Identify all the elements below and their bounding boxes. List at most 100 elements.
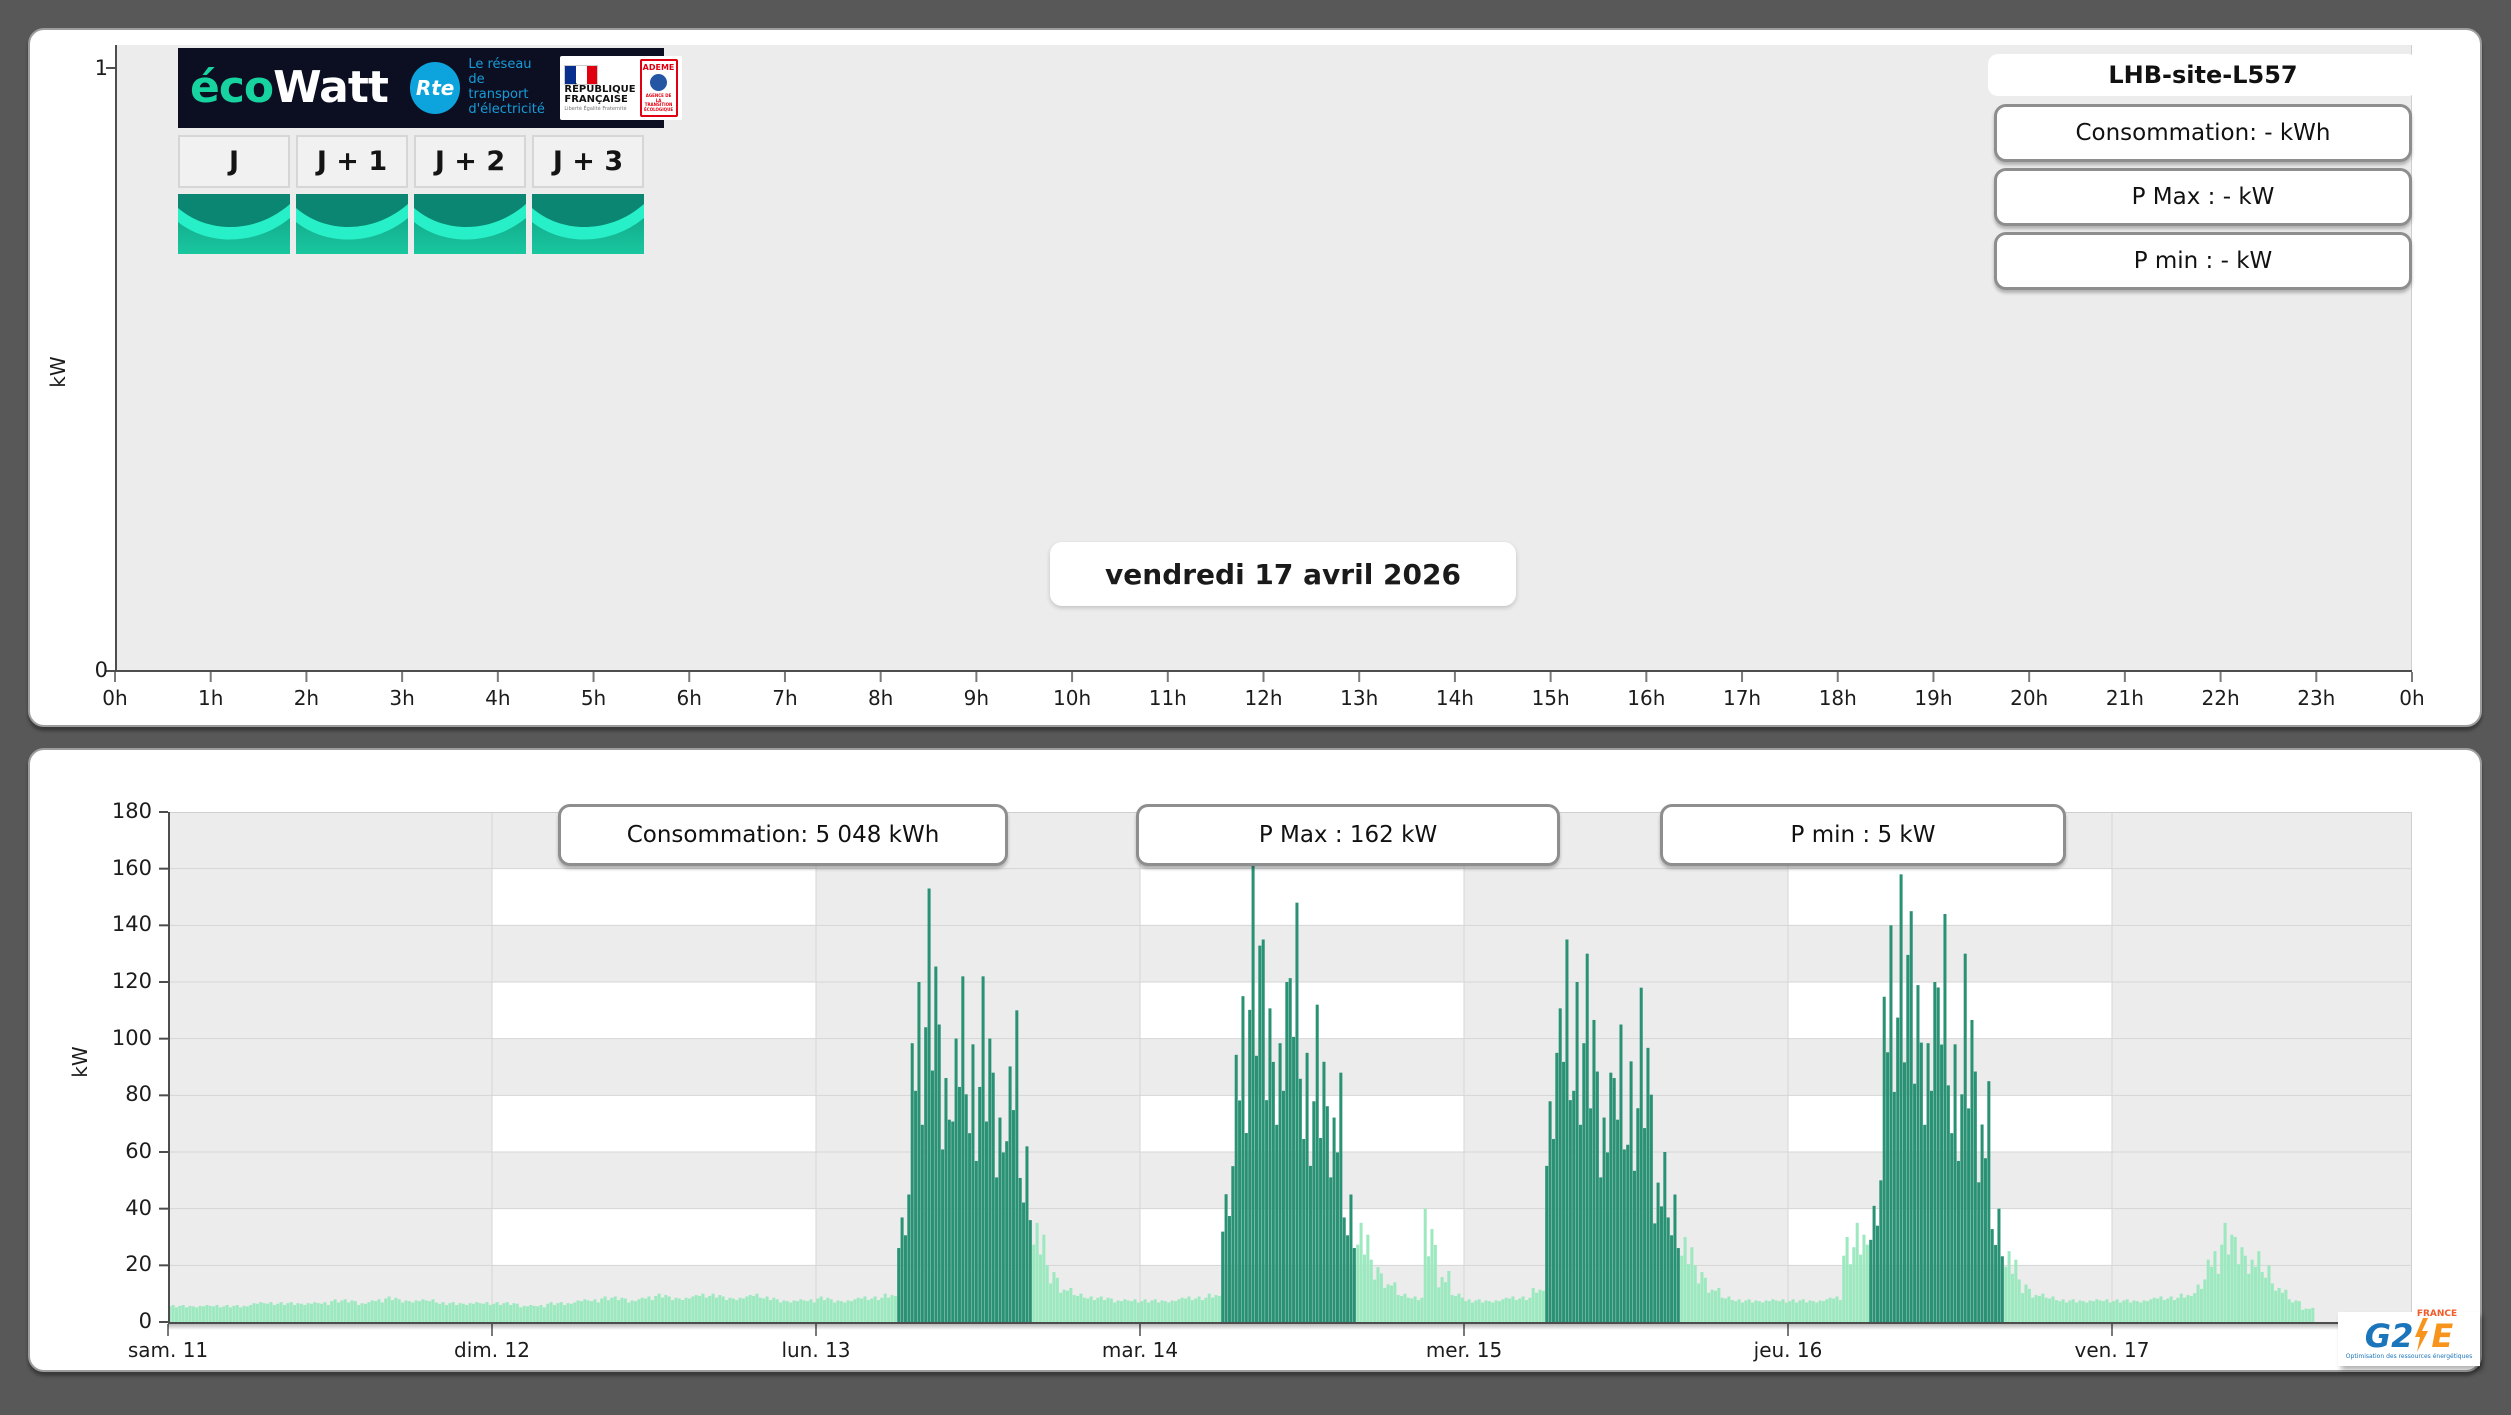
bar (1673, 1194, 1677, 1322)
bar (1177, 1299, 1181, 1322)
bar (1632, 1170, 1636, 1322)
day-button-j2[interactable]: J + 2 (414, 135, 526, 188)
bar (444, 1304, 448, 1322)
y-tick-label: 180 (111, 799, 152, 823)
bar (917, 982, 921, 1322)
x-tick-label: 19h (1914, 686, 1953, 710)
bar (1008, 1066, 1012, 1322)
bar (893, 1295, 897, 1322)
bar (269, 1302, 273, 1322)
bar (2247, 1273, 2251, 1322)
bar (505, 1302, 509, 1322)
x-tick-label: dim. 12 (454, 1338, 530, 1362)
bar (714, 1297, 718, 1322)
bar (748, 1295, 752, 1322)
bar (1713, 1290, 1717, 1322)
x-tick-label: 4h (485, 686, 511, 710)
bar (1764, 1300, 1768, 1322)
bar (701, 1293, 705, 1322)
bar (2058, 1301, 2062, 1322)
bar (647, 1296, 651, 1322)
bar (941, 1149, 945, 1322)
bar (1447, 1271, 1451, 1322)
bar (1605, 1152, 1609, 1322)
bar (1697, 1283, 1701, 1322)
bar (971, 1044, 975, 1322)
bar (934, 966, 938, 1322)
bar (289, 1302, 293, 1322)
y-axis-unit-label: kW (68, 1046, 92, 1078)
bar (195, 1307, 199, 1322)
bar (1072, 1295, 1076, 1322)
ademe-subtitle: AGENCE DE LA TRANSITION ÉCOLOGIQUE (644, 92, 674, 113)
bar (2237, 1264, 2241, 1322)
bar (552, 1304, 556, 1322)
bar (1913, 1083, 1917, 1322)
bar (914, 1090, 918, 1322)
bar (2034, 1295, 2038, 1322)
bar (1160, 1300, 1164, 1322)
bar (1339, 1072, 1343, 1322)
bar (1521, 1296, 1525, 1322)
x-tick-label: 20h (2010, 686, 2049, 710)
bar (1980, 1124, 1984, 1322)
bar (1919, 1042, 1923, 1322)
bar (1011, 1110, 1015, 1322)
bar (1173, 1301, 1177, 1322)
bar (1555, 1052, 1559, 1322)
bar (1096, 1297, 1100, 1322)
x-tick-label: sam. 11 (127, 1338, 209, 1362)
bar (1167, 1302, 1171, 1322)
bar (907, 1194, 911, 1322)
bar (1572, 1090, 1576, 1322)
bar (2294, 1300, 2298, 1322)
bar (1659, 1206, 1663, 1322)
bar (363, 1303, 367, 1322)
bar (1909, 911, 1913, 1322)
bar (293, 1304, 297, 1322)
bar (981, 976, 985, 1322)
bar (2095, 1299, 2099, 1322)
bar (674, 1297, 678, 1322)
bar (812, 1302, 816, 1322)
bar (1349, 1194, 1353, 1322)
day-button-j3[interactable]: J + 3 (532, 135, 644, 188)
bar (2297, 1301, 2301, 1322)
day-button-j1[interactable]: J + 1 (296, 135, 408, 188)
bar (1035, 1222, 1039, 1322)
bar (944, 1078, 948, 1322)
bar (1551, 1138, 1555, 1322)
bar (1528, 1297, 1532, 1322)
bar (1211, 1297, 1215, 1322)
day-button-j[interactable]: J (178, 135, 290, 188)
bar (839, 1301, 843, 1322)
bar (910, 1043, 914, 1322)
bar (475, 1302, 479, 1322)
bar (448, 1303, 452, 1322)
motto-text: Liberté (564, 105, 582, 112)
x-tick-label: 14h (1435, 686, 1474, 710)
bar (1997, 1208, 2001, 1322)
bar (1285, 982, 1289, 1322)
rte-circle-icon: Rte (409, 62, 461, 114)
bar (957, 1086, 961, 1322)
bar (792, 1300, 796, 1322)
bar (880, 1297, 884, 1322)
bar (542, 1307, 546, 1322)
bar (2068, 1300, 2072, 1322)
bar (1153, 1299, 1157, 1322)
ecowatt-dashboard: 1 0 kW 0h 1h 2h 3h 4h 5h 6h 7h 8h 9h 10h 11h 12h 13h 1… (0, 0, 2511, 1415)
y-axis-min-label: 0 (94, 658, 108, 682)
bar (694, 1295, 698, 1322)
bar (1744, 1300, 1748, 1322)
bar (1960, 1094, 1964, 1322)
bar (637, 1299, 641, 1322)
bar (441, 1302, 445, 1322)
bar (1568, 1100, 1572, 1322)
bar (890, 1295, 894, 1322)
bar (1052, 1272, 1056, 1322)
bar (1305, 1052, 1309, 1322)
bar (1308, 1165, 1312, 1322)
bar (566, 1303, 570, 1322)
history-chart-plot[interactable] (159, 811, 2412, 1336)
